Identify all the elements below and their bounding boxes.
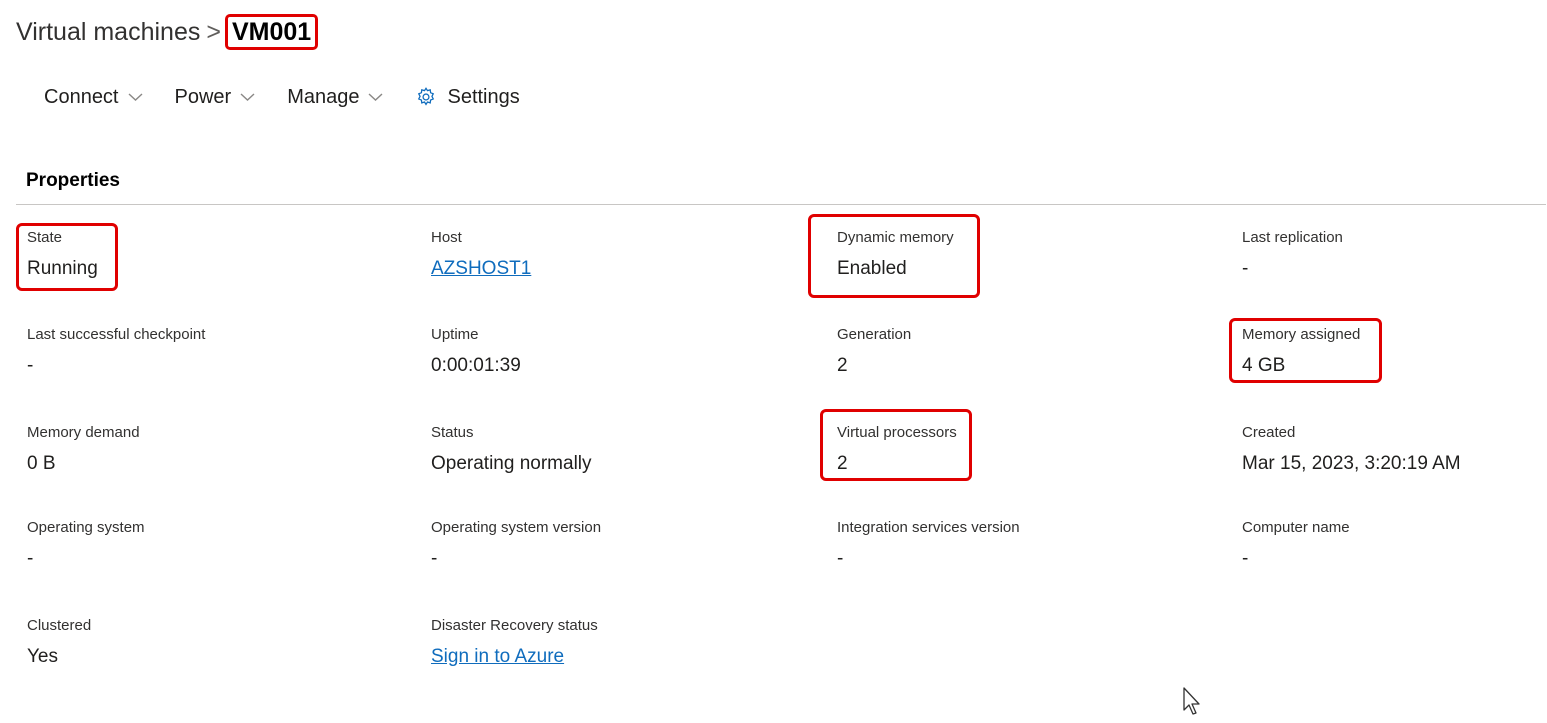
breadcrumb-separator: > xyxy=(206,17,221,46)
property-label: Created xyxy=(1242,424,1296,441)
highlight-virtual-processors xyxy=(820,409,972,481)
property-memory-demand: Memory demand 0 B xyxy=(27,424,140,475)
property-uptime: Uptime 0:00:01:39 xyxy=(431,326,521,377)
property-integration-services-version: Integration services version - xyxy=(837,519,1020,570)
property-label: Host xyxy=(431,229,462,246)
manage-menu-button[interactable]: Manage xyxy=(287,86,383,109)
property-operating-system-version: Operating system version - xyxy=(431,519,601,570)
property-value: Mar 15, 2023, 3:20:19 AM xyxy=(1242,453,1461,474)
connect-label: Connect xyxy=(44,85,119,108)
property-value: - xyxy=(27,355,34,376)
property-operating-system: Operating system - xyxy=(27,519,145,570)
property-last-successful-checkpoint: Last successful checkpoint - xyxy=(27,326,205,377)
property-clustered: Clustered Yes xyxy=(27,617,91,668)
sign-in-to-azure-link[interactable]: Sign in to Azure xyxy=(431,646,598,668)
mouse-pointer-icon xyxy=(1183,687,1200,715)
property-label: Generation xyxy=(837,326,912,343)
property-label: Last replication xyxy=(1242,229,1343,246)
highlight-dynamic-memory xyxy=(808,214,980,298)
property-label: Last successful checkpoint xyxy=(27,326,206,343)
property-label: Computer name xyxy=(1242,519,1350,536)
highlight-state xyxy=(16,223,118,291)
property-value: - xyxy=(837,548,844,569)
property-label: Clustered xyxy=(27,617,92,634)
property-value: 2 xyxy=(837,355,848,376)
property-value: 0:00:01:39 xyxy=(431,355,521,376)
connect-menu-button[interactable]: Connect xyxy=(44,86,143,109)
settings-label: Settings xyxy=(447,85,520,108)
chevron-down-icon xyxy=(369,93,383,101)
page-title: VM001 xyxy=(224,14,319,50)
property-value: Yes xyxy=(27,646,58,667)
property-computer-name: Computer name - xyxy=(1242,519,1350,570)
property-generation: Generation 2 xyxy=(837,326,911,377)
properties-heading: Properties xyxy=(26,170,120,191)
property-value: - xyxy=(1242,258,1249,279)
breadcrumb: Virtual machines > VM001 xyxy=(16,14,319,50)
settings-button[interactable]: Settings xyxy=(415,85,520,109)
host-link[interactable]: AZSHOST1 xyxy=(431,258,531,280)
power-menu-button[interactable]: Power xyxy=(175,86,256,109)
gear-icon xyxy=(418,87,435,106)
property-value: - xyxy=(1242,548,1249,569)
property-value: - xyxy=(431,548,438,569)
power-label: Power xyxy=(174,85,232,108)
property-value: - xyxy=(27,548,34,569)
property-status: Status Operating normally xyxy=(431,424,592,475)
property-disaster-recovery-status: Disaster Recovery status Sign in to Azur… xyxy=(431,617,598,668)
manage-label: Manage xyxy=(287,85,360,108)
property-label: Uptime xyxy=(431,326,479,343)
chevron-down-icon xyxy=(128,93,142,101)
property-label: Status xyxy=(431,424,474,441)
chevron-down-icon xyxy=(240,93,255,101)
highlight-memory-assigned xyxy=(1229,318,1382,383)
property-last-replication: Last replication - xyxy=(1242,229,1343,280)
divider xyxy=(16,204,1546,205)
property-label: Operating system xyxy=(27,519,145,536)
breadcrumb-virtual-machines[interactable]: Virtual machines xyxy=(16,18,200,47)
toolbar: Connect Power Manage Settings xyxy=(44,80,552,114)
property-value: 0 B xyxy=(27,453,56,474)
property-label: Memory demand xyxy=(27,424,140,441)
property-value: Operating normally xyxy=(431,453,592,474)
property-label: Integration services version xyxy=(837,519,1020,536)
property-host: Host AZSHOST1 xyxy=(431,229,531,280)
property-label: Disaster Recovery status xyxy=(431,617,598,634)
property-created: Created Mar 15, 2023, 3:20:19 AM xyxy=(1242,424,1461,475)
property-label: Operating system version xyxy=(431,519,602,536)
